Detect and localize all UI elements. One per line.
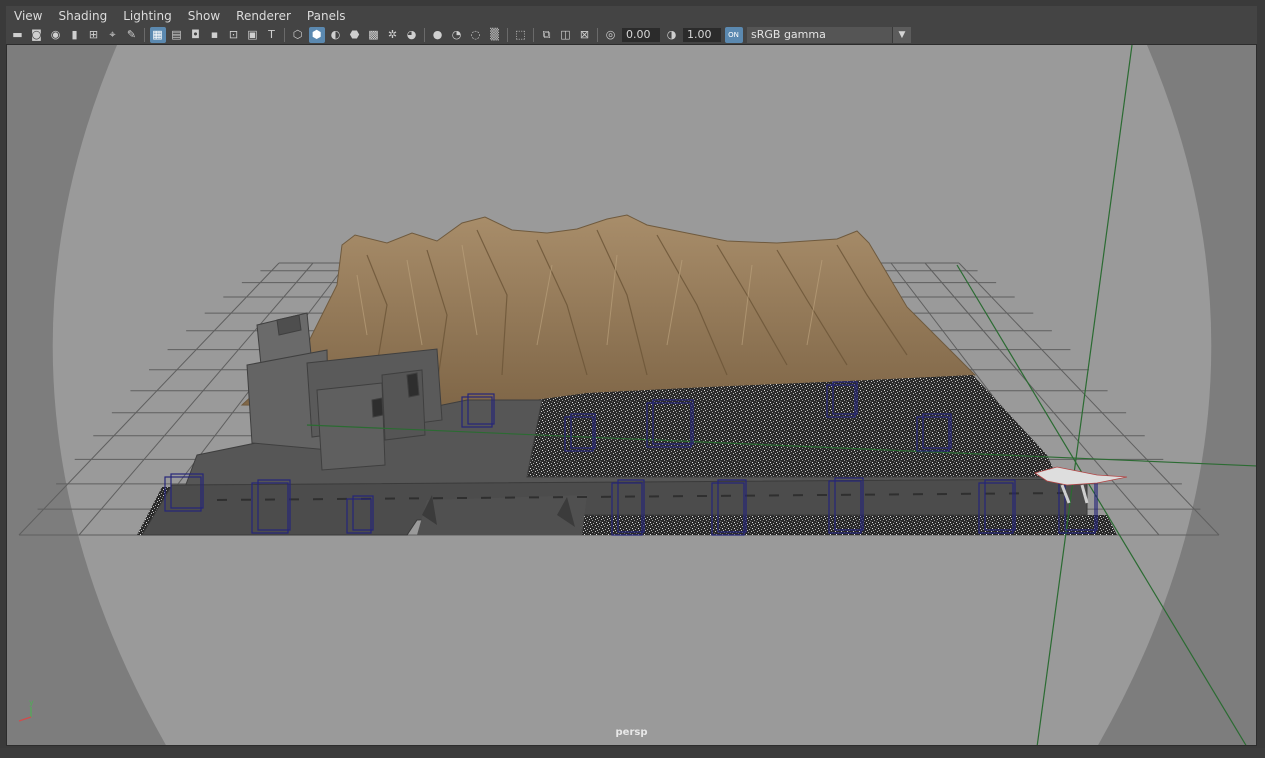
bookmark-icon[interactable]: ▮ — [67, 27, 83, 43]
wireframe-on-shaded-icon[interactable]: ⬣ — [347, 27, 363, 43]
select-camera-icon[interactable]: ▬ — [10, 27, 26, 43]
safe-action-icon[interactable]: ▣ — [245, 27, 261, 43]
menu-view[interactable]: View — [6, 6, 50, 26]
time-slider-strip[interactable] — [0, 748, 1265, 758]
use-all-lights-icon[interactable]: ✲ — [385, 27, 401, 43]
view-transform-value: sRGB gamma — [751, 28, 826, 41]
image-plane-icon[interactable]: ⊞ — [86, 27, 102, 43]
toolbar-separator — [424, 28, 425, 42]
toolbar-separator — [597, 28, 598, 42]
axis-gizmo: y — [18, 698, 34, 722]
toolbar-icon-group: ▬ ◙ ◉ ▮ ⊞ ⌖ ✎ ▦ ▤ ◘ ▪ ⊡ ▣ T ⬡ ⬢ ◐ ⬣ ▩ ✲ ◕ ● ◔ ◌ ▒ ⬚ ⧉ ◫ ⊠ ◎ — [8, 27, 620, 43]
default-material-icon[interactable]: ◐ — [328, 27, 344, 43]
toolbar-separator — [284, 28, 285, 42]
xray-joints-icon[interactable]: ⊠ — [577, 27, 593, 43]
xray-active-components-icon[interactable]: ◫ — [558, 27, 574, 43]
gamma-icon[interactable]: ◑ — [664, 27, 680, 43]
toolbar-separator — [144, 28, 145, 42]
wireframe-icon[interactable]: ⬡ — [290, 27, 306, 43]
film-gate-icon[interactable]: ▤ — [169, 27, 185, 43]
smooth-shade-icon[interactable]: ⬢ — [308, 27, 325, 43]
gate-mask-icon[interactable]: ▪ — [207, 27, 223, 43]
camera-name-label: persp — [615, 727, 648, 738]
xray-icon[interactable]: ⧉ — [539, 27, 555, 43]
two-d-pan-zoom-icon[interactable]: ⌖ — [105, 27, 121, 43]
isolate-select-icon[interactable]: ⬚ — [513, 27, 529, 43]
viewport-scene: y — [18, 45, 1256, 745]
toolbar-separator — [533, 28, 534, 42]
grid-icon[interactable]: ▦ — [149, 27, 166, 43]
resolution-gate-icon[interactable]: ◘ — [188, 27, 204, 43]
menu-panels[interactable]: Panels — [299, 6, 354, 26]
exposure-field[interactable]: 0.00 — [622, 28, 660, 42]
field-chart-icon[interactable]: ⊡ — [226, 27, 242, 43]
panel-toolbar: ▬ ◙ ◉ ▮ ⊞ ⌖ ✎ ▦ ▤ ◘ ▪ ⊡ ▣ T ⬡ ⬢ ◐ ⬣ ▩ ✲ ◕ ● ◔ ◌ ▒ ⬚ ⧉ ◫ ⊠ ◎ 0.00 ◑ 1.… — [6, 26, 1257, 44]
gamma-field[interactable]: 1.00 — [683, 28, 721, 42]
depth-of-field-icon[interactable]: ▒ — [487, 27, 503, 43]
chevron-down-icon: ▼ — [892, 27, 911, 43]
shadows-icon[interactable]: ◕ — [404, 27, 420, 43]
svg-text:y: y — [29, 698, 34, 707]
view-transform-dropdown[interactable]: sRGB gamma ▼ — [747, 27, 911, 43]
bookmarks-icon[interactable]: ◉ — [48, 27, 64, 43]
viewport-3d[interactable]: y persp — [6, 44, 1257, 746]
grease-pencil-icon[interactable]: ✎ — [124, 27, 140, 43]
menu-lighting[interactable]: Lighting — [115, 6, 180, 26]
menu-renderer[interactable]: Renderer — [228, 6, 299, 26]
safe-title-icon[interactable]: T — [264, 27, 280, 43]
exposure-icon[interactable]: ◎ — [603, 27, 619, 43]
ambient-occlusion-icon[interactable]: ● — [430, 27, 446, 43]
toolbar-separator — [507, 28, 508, 42]
motion-blur-icon[interactable]: ◔ — [449, 27, 465, 43]
color-management-toggle[interactable]: ON — [724, 27, 743, 43]
menu-shading[interactable]: Shading — [50, 6, 115, 26]
anti-aliasing-icon[interactable]: ◌ — [468, 27, 484, 43]
panel-menubar: View Shading Lighting Show Renderer Panels — [6, 6, 1257, 26]
textured-icon[interactable]: ▩ — [366, 27, 382, 43]
camera-attributes-icon[interactable]: ◙ — [29, 27, 45, 43]
menu-show[interactable]: Show — [180, 6, 228, 26]
